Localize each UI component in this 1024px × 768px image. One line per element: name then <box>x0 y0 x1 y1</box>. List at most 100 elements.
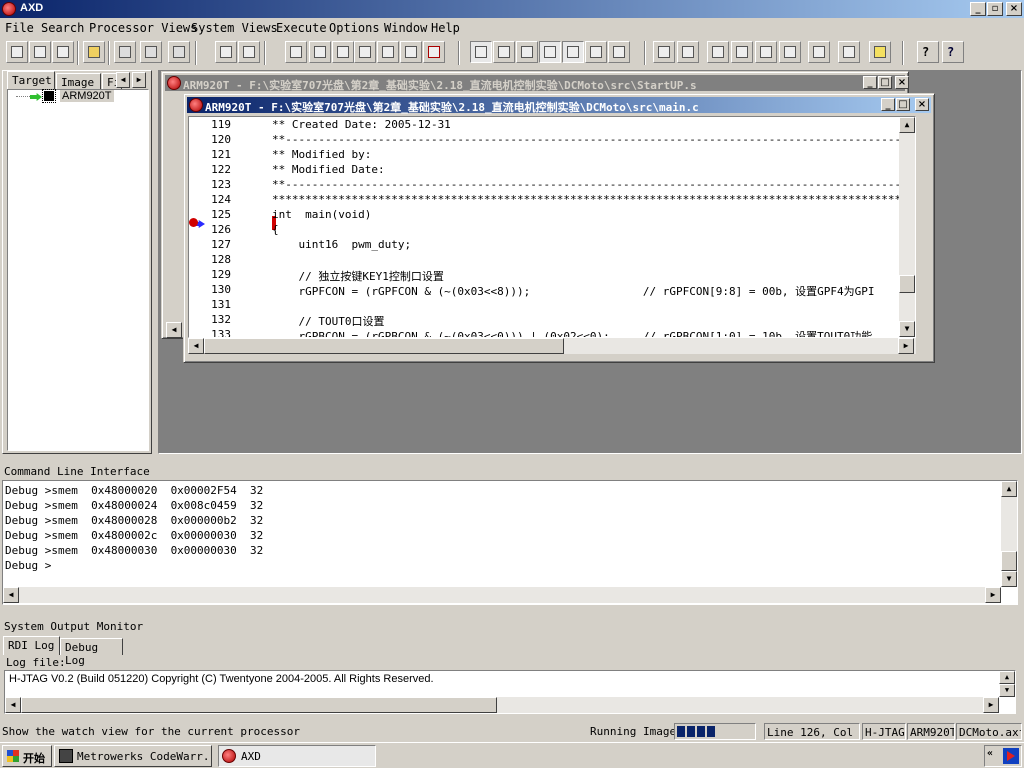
search-view-icon[interactable] <box>516 41 538 63</box>
command-line-icon[interactable] <box>562 41 584 63</box>
code-line[interactable]: 119 ** Created Date: 2005-12-31 <box>189 118 901 133</box>
main-window-title-bar[interactable]: ARM920T - F:\实验室707光盘\第2章_基础实验\2.18_直流电机… <box>187 97 931 114</box>
som-scroll-down-icon[interactable]: ▼ <box>999 684 1015 697</box>
code-line[interactable]: 120 **-----------------------------------… <box>189 133 915 148</box>
code-line[interactable]: 123 **-----------------------------------… <box>189 178 915 193</box>
code-line[interactable]: 133 rGPBCON = (rGPBCON & (~(0x03<<0))) |… <box>189 328 901 337</box>
scroll-up-icon[interactable]: ▲ <box>899 117 915 133</box>
code-line[interactable]: 129 // 独立按键KEY1控制口设置 <box>189 268 901 283</box>
tab-scroll-right-icon[interactable]: ▶ <box>132 72 146 88</box>
run-to-cursor-icon[interactable] <box>779 41 801 63</box>
replace-icon[interactable] <box>238 41 260 63</box>
watch-icon[interactable] <box>309 41 331 63</box>
output-icon[interactable] <box>539 41 561 63</box>
go-icon[interactable] <box>653 41 675 63</box>
cli-scroll-up-icon[interactable]: ▲ <box>1001 481 1017 497</box>
tab-rdi-log[interactable]: RDI Log <box>3 636 60 655</box>
code-line[interactable]: 131 <box>189 298 901 313</box>
rdi-log-output[interactable]: H-JTAG V0.2 (Build 051220) Copyright (C)… <box>4 670 1016 714</box>
startup-close-button[interactable]: × <box>895 76 909 89</box>
scroll-right-icon[interactable]: ▶ <box>898 338 914 354</box>
show-execution-context-icon[interactable] <box>808 41 830 63</box>
code-line[interactable]: 127 uint16 pwm_duty; <box>189 238 901 253</box>
step-icon[interactable] <box>731 41 753 63</box>
main-maximize-button[interactable]: □ <box>896 98 910 111</box>
startup-minimize-button[interactable]: _ <box>863 76 877 89</box>
menu-file[interactable]: File <box>5 21 34 35</box>
command-line-output[interactable]: Debug >smem 0x48000020 0x00002F54 32 Debu… <box>2 480 1018 605</box>
editor-horizontal-scrollbar[interactable]: ◀ ▶ <box>188 338 916 354</box>
som-scroll-up-icon[interactable]: ▲ <box>999 671 1015 684</box>
menu-window[interactable]: Window <box>384 21 427 35</box>
save-icon[interactable] <box>52 41 74 63</box>
code-line[interactable]: 130 rGPFCON = (rGPFCON & (~(0x03<<8))); … <box>189 283 901 298</box>
scroll-down-icon[interactable]: ▼ <box>899 321 915 337</box>
restore-button[interactable]: ▫ <box>987 2 1003 16</box>
tray-expand-icon[interactable]: « <box>987 748 993 759</box>
som-scroll-left-icon[interactable]: ◀ <box>5 697 21 713</box>
task-axd[interactable]: AXD <box>218 745 376 767</box>
cli-scroll-right-icon[interactable]: ▶ <box>985 587 1001 603</box>
find-icon[interactable] <box>215 41 237 63</box>
disassembly-icon[interactable] <box>400 41 422 63</box>
startup-maximize-button[interactable]: □ <box>878 76 892 89</box>
start-button[interactable]: 开始 <box>2 745 52 767</box>
cli-scroll-left-icon[interactable]: ◀ <box>3 587 19 603</box>
watch-view-icon[interactable] <box>608 41 630 63</box>
help-icon[interactable]: ? <box>917 41 939 63</box>
copy-icon[interactable] <box>140 41 162 63</box>
tab-scroll-left-icon[interactable]: ◀ <box>116 72 130 88</box>
cli-scroll-down-icon[interactable]: ▼ <box>1001 571 1017 587</box>
toggle-breakpoint-icon[interactable] <box>838 41 860 63</box>
tree-item-arm920t[interactable]: ARM920T <box>60 90 114 102</box>
menu-processor-views[interactable]: Processor Views <box>89 21 197 35</box>
hscroll-thumb[interactable] <box>204 338 564 354</box>
code-line[interactable]: 132 // TOUT0口设置 <box>189 313 901 328</box>
som-scroll-right-icon[interactable]: ▶ <box>983 697 999 713</box>
menu-execute[interactable]: Execute <box>276 21 327 35</box>
tab-target[interactable]: Target <box>7 71 55 90</box>
editor-vertical-scrollbar[interactable]: ▲ ▼ <box>899 117 915 337</box>
code-line[interactable]: 121 ** Modified by: <box>189 148 901 163</box>
memory-icon[interactable] <box>377 41 399 63</box>
step-in-icon[interactable] <box>707 41 729 63</box>
low-level-symbols-icon[interactable] <box>423 41 445 63</box>
open-folder-icon[interactable] <box>83 41 105 63</box>
task-codewarrior[interactable]: Metrowerks CodeWarr... <box>54 745 212 767</box>
code-line[interactable]: 122 ** Modified Date: <box>189 163 901 178</box>
source-files-icon[interactable] <box>493 41 515 63</box>
main-minimize-button[interactable]: _ <box>881 98 895 111</box>
code-line[interactable]: 126 { <box>189 223 901 238</box>
paste-icon[interactable] <box>168 41 190 63</box>
cli-scroll-thumb[interactable] <box>1001 551 1017 571</box>
debugger-internals-icon[interactable] <box>585 41 607 63</box>
tray-app-icon[interactable] <box>1003 748 1019 764</box>
som-vertical-scrollbar[interactable]: ▲ ▼ <box>999 671 1015 697</box>
source-editor[interactable]: 119 ** Created Date: 2005-12-31 120 **-----… <box>188 116 916 338</box>
main-source-window[interactable]: ARM920T - F:\实验室707光盘\第2章_基础实验\2.18_直流电机… <box>183 93 935 363</box>
code-line[interactable]: 125 int main(void) <box>189 208 901 223</box>
variables-icon[interactable] <box>332 41 354 63</box>
stop-icon[interactable] <box>677 41 699 63</box>
hourglass-icon[interactable] <box>869 41 891 63</box>
axd-app-icon[interactable] <box>2 2 16 16</box>
code-line[interactable]: 124 *************************************… <box>189 193 915 208</box>
menu-system-views[interactable]: System Views <box>191 21 278 35</box>
backtrace-icon[interactable] <box>354 41 376 63</box>
registers-icon[interactable] <box>285 41 307 63</box>
cli-vertical-scrollbar[interactable]: ▲ ▼ <box>1001 481 1017 587</box>
tab-debug-log[interactable]: Debug Log <box>60 638 123 667</box>
code-line[interactable]: 128 <box>189 253 901 268</box>
cli-horizontal-scrollbar[interactable]: ◀ ▶ <box>3 587 1001 603</box>
load-image-icon[interactable] <box>6 41 28 63</box>
main-close-button[interactable]: × <box>915 98 929 111</box>
scroll-thumb[interactable] <box>899 275 915 293</box>
scroll-left-icon[interactable]: ◀ <box>188 338 204 354</box>
som-hscroll-thumb[interactable] <box>21 697 497 713</box>
menu-options[interactable]: Options <box>329 21 380 35</box>
menu-search[interactable]: Search <box>41 21 84 35</box>
minimize-button[interactable]: _ <box>970 2 986 16</box>
reload-image-icon[interactable] <box>29 41 51 63</box>
startup-window-title-bar[interactable]: ARM920T - F:\实验室707光盘\第2章_基础实验\2.18_直流电机… <box>165 75 909 92</box>
target-view-icon[interactable] <box>470 41 492 63</box>
